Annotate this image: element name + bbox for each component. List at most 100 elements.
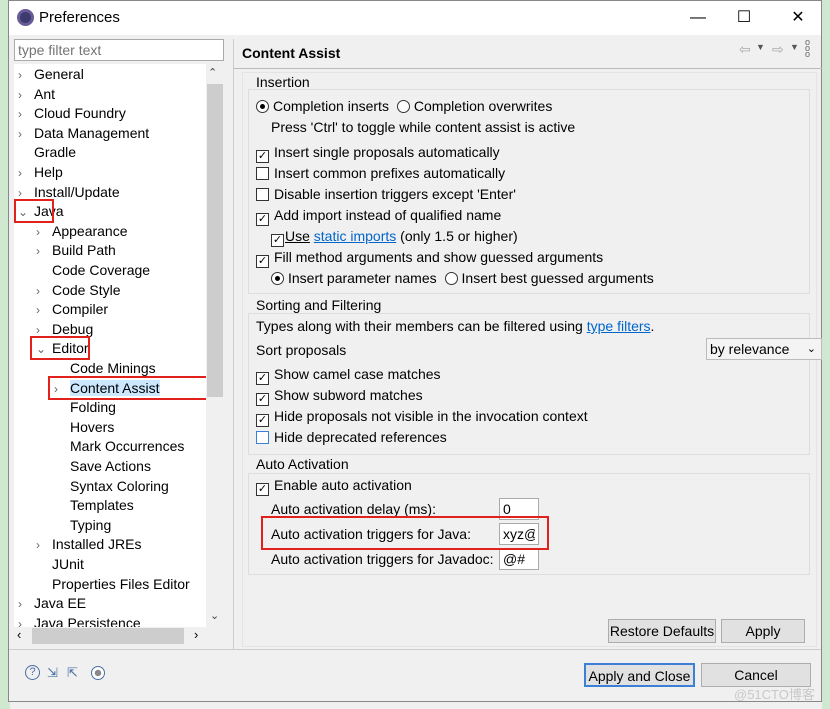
insert-parameter-names-radio[interactable]: Insert parameter names Insert best guess… xyxy=(271,268,654,288)
tree-item[interactable]: › General xyxy=(18,65,84,84)
use-static-imports-checkbox[interactable]: ✓ Use static imports (only 1.5 or higher) xyxy=(271,226,518,247)
filter-input[interactable] xyxy=(14,39,224,61)
scroll-right-icon[interactable]: › xyxy=(194,627,198,642)
tree-item-label: Installed JREs xyxy=(52,536,142,553)
tree-item[interactable]: › Data Management xyxy=(18,124,149,143)
label: Insert best guessed arguments xyxy=(461,270,654,286)
apply-and-close-button[interactable]: Apply and Close xyxy=(584,663,695,687)
completion-overwrites-radio[interactable] xyxy=(396,100,410,113)
record-icon[interactable] xyxy=(91,666,105,680)
subword-checkbox[interactable]: ✓ Show subword matches xyxy=(256,385,423,406)
tree-item[interactable]: › Java EE xyxy=(18,594,86,613)
highlight-box xyxy=(30,336,90,361)
chevron-right-icon[interactable]: › xyxy=(36,223,52,242)
tree-item-label: Data Management xyxy=(34,124,150,141)
hide-deprecated-checkbox[interactable]: Hide deprecated references xyxy=(256,427,447,447)
chevron-right-icon[interactable]: › xyxy=(18,86,34,105)
forward-menu-icon[interactable]: ▼ xyxy=(790,42,799,52)
tree-item[interactable]: Properties Files Editor xyxy=(36,575,190,594)
label: Add import instead of qualified name xyxy=(274,207,502,223)
insertion-legend: Insertion xyxy=(256,74,310,90)
tree-item-label: Code Minings xyxy=(70,360,156,376)
chevron-right-icon[interactable]: › xyxy=(36,242,52,261)
tree-item[interactable]: Save Actions xyxy=(54,457,151,476)
tree-item[interactable]: › Compiler xyxy=(36,300,108,319)
disable-triggers-checkbox[interactable]: Disable insertion triggers except 'Enter… xyxy=(256,184,516,204)
tree-item[interactable]: › Build Path xyxy=(36,241,116,260)
tree-item[interactable]: Templates xyxy=(54,496,134,515)
chevron-right-icon[interactable]: › xyxy=(36,282,52,301)
javadoc-triggers-label: Auto activation triggers for Javadoc: xyxy=(271,551,494,567)
tree-item[interactable]: › Installed JREs xyxy=(36,535,141,554)
chevron-right-icon[interactable]: › xyxy=(18,125,34,144)
apply-button[interactable]: Apply xyxy=(721,619,805,643)
chevron-right-icon[interactable]: › xyxy=(36,301,52,320)
type-filters-link[interactable]: type filters xyxy=(587,318,651,334)
scroll-thumb[interactable] xyxy=(207,84,223,397)
hscroll-thumb[interactable] xyxy=(32,628,184,644)
enable-auto-activation-checkbox[interactable]: ✓ Enable auto activation xyxy=(256,475,412,496)
tree-item-label: Gradle xyxy=(34,144,77,161)
minimize-button[interactable]: — xyxy=(675,5,721,31)
eclipse-icon xyxy=(17,9,34,26)
tree-item[interactable]: › Cloud Foundry xyxy=(18,104,126,123)
insert-best-guessed-radio[interactable] xyxy=(444,272,458,285)
tree-item-label: Ant xyxy=(34,85,56,102)
title-bar: Preferences — ☐ ✕ xyxy=(9,1,821,35)
tree-item[interactable]: Mark Occurrences xyxy=(54,437,184,456)
tree-item[interactable]: › Code Style xyxy=(36,281,120,300)
back-menu-icon[interactable]: ▼ xyxy=(756,42,765,52)
chevron-right-icon[interactable]: › xyxy=(18,105,34,124)
tree-item[interactable]: Code Coverage xyxy=(36,261,150,280)
javadoc-triggers-input[interactable] xyxy=(499,548,539,570)
tree-item[interactable]: Syntax Coloring xyxy=(54,477,169,496)
insert-single-checkbox[interactable]: ✓ Insert single proposals automatically xyxy=(256,142,500,163)
insert-prefixes-checkbox[interactable]: Insert common prefixes automatically xyxy=(256,163,505,183)
view-menu-icon[interactable]: ooo xyxy=(805,38,810,59)
chevron-right-icon[interactable]: › xyxy=(18,164,34,183)
label: Fill method arguments and show guessed a… xyxy=(274,249,604,265)
chevron-right-icon[interactable]: › xyxy=(18,615,34,627)
close-button[interactable]: ✕ xyxy=(775,5,821,31)
tree-horizontal-scrollbar[interactable]: ‹ › xyxy=(14,627,224,645)
back-icon[interactable]: ⇦ xyxy=(739,41,751,58)
chevron-right-icon[interactable]: › xyxy=(18,66,34,85)
tree-item[interactable]: Gradle xyxy=(18,143,76,162)
tree-item[interactable]: › Help xyxy=(18,163,63,182)
tree-item[interactable]: JUnit xyxy=(36,555,84,574)
background-editor-right xyxy=(822,0,830,709)
chevron-right-icon[interactable]: › xyxy=(18,595,34,614)
camel-case-checkbox[interactable]: ✓ Show camel case matches xyxy=(256,364,441,385)
forward-icon[interactable]: ⇨ xyxy=(772,41,784,58)
tree-vertical-scrollbar[interactable]: ⌃ ⌄ xyxy=(206,64,224,627)
tree-item[interactable]: › Appearance xyxy=(36,222,128,241)
fill-arguments-checkbox[interactable]: ✓ Fill method arguments and show guessed … xyxy=(256,247,604,268)
hide-not-visible-checkbox[interactable]: ✓ Hide proposals not visible in the invoc… xyxy=(256,406,588,427)
help-icon[interactable]: ? xyxy=(25,665,40,680)
add-import-checkbox[interactable]: ✓ Add import instead of qualified name xyxy=(256,205,502,226)
tree-item-label: Code Coverage xyxy=(52,262,151,278)
radio-label: Completion inserts xyxy=(273,98,389,114)
tree-item[interactable]: › Java Persistence xyxy=(18,614,141,627)
scroll-up-icon[interactable]: ⌃ xyxy=(208,66,217,79)
maximize-button[interactable]: ☐ xyxy=(721,5,767,31)
tree-item[interactable]: Typing xyxy=(54,516,111,535)
completion-inserts-radio[interactable]: Completion inserts Completion overwrites xyxy=(256,96,552,116)
label: (only 1.5 or higher) xyxy=(400,228,518,244)
tree-item[interactable]: › Ant xyxy=(18,85,55,104)
period: . xyxy=(650,318,655,334)
label: Hide proposals not visible in the invoca… xyxy=(274,408,588,424)
static-imports-link[interactable]: static imports xyxy=(314,228,396,244)
export-icon[interactable]: ⇱ xyxy=(67,665,78,681)
import-icon[interactable]: ⇲ xyxy=(47,665,58,681)
tree-item[interactable]: Folding xyxy=(54,398,116,417)
scroll-left-icon[interactable]: ‹ xyxy=(17,627,21,642)
tree-item[interactable]: Hovers xyxy=(54,418,114,437)
tree-item-label: Install/Update xyxy=(34,183,120,200)
tree-item-label: Save Actions xyxy=(70,458,151,474)
sort-proposals-select[interactable]: by relevance ⌄ xyxy=(706,338,822,360)
chevron-right-icon[interactable]: › xyxy=(36,536,52,555)
scroll-down-icon[interactable]: ⌄ xyxy=(210,609,219,622)
restore-defaults-button[interactable]: Restore Defaults xyxy=(608,619,716,643)
highlight-box xyxy=(48,375,224,400)
